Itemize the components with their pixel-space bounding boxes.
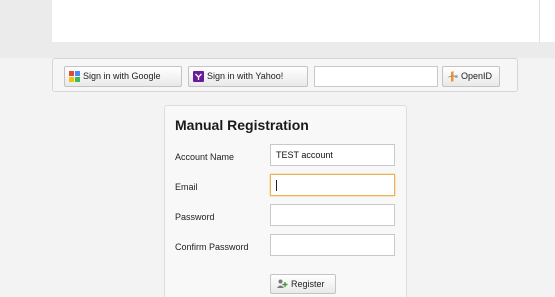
confirm-password-label: Confirm Password [175, 242, 249, 252]
register-icon [277, 279, 288, 288]
sign-in-google-label: Sign in with Google [83, 71, 161, 81]
account-name-label: Account Name [175, 152, 235, 162]
openid-label: OpenID [461, 71, 493, 81]
manual-registration-panel: Manual Registration Account Name Email P… [164, 105, 407, 297]
sign-in-google-button[interactable]: Sign in with Google [64, 66, 182, 87]
yahoo-icon [193, 71, 204, 82]
google-icon [69, 71, 80, 82]
sign-in-yahoo-button[interactable]: Sign in with Yahoo! [188, 66, 308, 87]
openid-url-input[interactable] [314, 66, 438, 87]
header-area [52, 0, 539, 42]
email-label: Email [175, 182, 198, 192]
register-button[interactable]: Register [270, 274, 336, 294]
registration-title: Manual Registration [175, 117, 309, 133]
email-field[interactable] [270, 174, 395, 196]
text-caret [276, 180, 277, 191]
sign-in-yahoo-label: Sign in with Yahoo! [207, 71, 284, 81]
register-label: Register [291, 279, 325, 289]
account-name-field[interactable] [270, 144, 395, 166]
password-field[interactable] [270, 204, 395, 226]
openid-button[interactable]: OpenID [442, 66, 500, 87]
openid-signin-bar: Sign in with Google Sign in with Yahoo! … [52, 58, 518, 92]
header-side-tab [539, 0, 555, 42]
confirm-password-field[interactable] [270, 234, 395, 256]
openid-icon [447, 71, 458, 82]
password-label: Password [175, 212, 215, 222]
